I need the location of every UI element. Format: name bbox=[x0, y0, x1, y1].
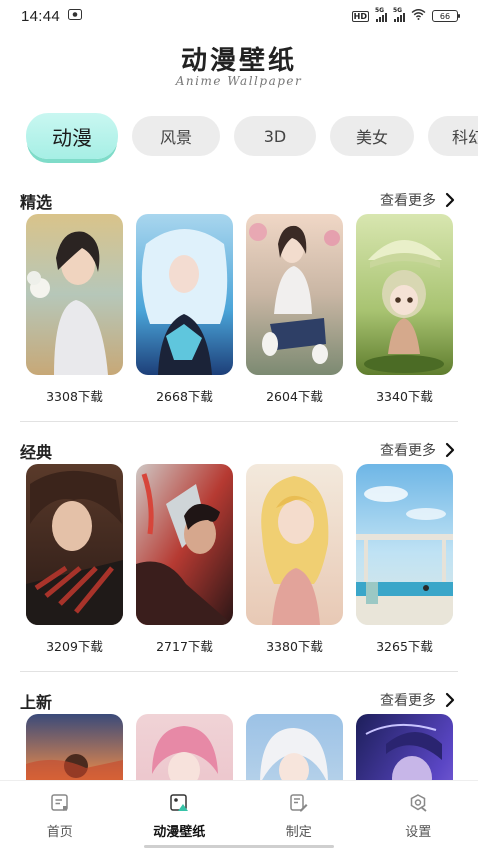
wallpaper-thumbnail[interactable] bbox=[26, 464, 123, 625]
nav-label: 制定 bbox=[285, 825, 312, 840]
wifi-icon bbox=[411, 9, 426, 23]
view-more-label: 查看更多 bbox=[380, 193, 436, 209]
view-more-button[interactable]: 查看更多 bbox=[380, 190, 456, 210]
view-more-label: 查看更多 bbox=[380, 443, 436, 459]
battery-level: 66 bbox=[439, 11, 451, 21]
nav-anime-wallpaper[interactable]: 动漫壁纸 bbox=[120, 781, 240, 850]
download-count: 3265下载 bbox=[376, 639, 433, 654]
view-more-button[interactable]: 查看更多 bbox=[380, 690, 456, 710]
home-icon bbox=[51, 794, 68, 811]
signal-icon-2: 5G bbox=[393, 7, 405, 22]
tab-beauty[interactable]: 美女 bbox=[330, 116, 414, 156]
wallpaper-card[interactable]: 3340下载 bbox=[356, 214, 453, 405]
nav-label: 设置 bbox=[405, 825, 432, 840]
status-bar: 14:44 HD 5G 5G 66 bbox=[0, 0, 478, 32]
wallpaper-thumbnail[interactable] bbox=[26, 214, 123, 375]
tab-anime[interactable]: 动漫 bbox=[26, 113, 118, 159]
wallpaper-card[interactable]: 3380下载 bbox=[246, 464, 343, 655]
download-count: 2717下载 bbox=[156, 639, 213, 654]
wallpaper-thumbnail[interactable] bbox=[136, 464, 233, 625]
sim2-label: 5G bbox=[393, 6, 403, 14]
wallpaper-thumbnail[interactable] bbox=[26, 714, 123, 780]
download-count: 3340下载 bbox=[376, 389, 433, 404]
download-count: 3308下载 bbox=[46, 389, 103, 404]
download-count: 3380下载 bbox=[266, 639, 323, 654]
home-indicator[interactable] bbox=[144, 845, 334, 848]
section-title: 上新 bbox=[20, 693, 53, 712]
section-classic: 经典 查看更多 3209下载 2717下载 3380下载 3265下载 bbox=[0, 439, 478, 669]
download-count: 2668下载 bbox=[156, 389, 213, 404]
wallpaper-card[interactable]: 3265下载 bbox=[356, 464, 453, 655]
view-more-label: 查看更多 bbox=[380, 693, 436, 709]
wallpaper-thumbnail[interactable] bbox=[356, 214, 453, 375]
download-count: 2604下载 bbox=[266, 389, 323, 404]
wallpaper-icon bbox=[170, 794, 189, 811]
wallpaper-card[interactable]: 2668下载 bbox=[136, 214, 233, 405]
wallpaper-thumbnail[interactable] bbox=[246, 714, 343, 780]
nav-label: 动漫壁纸 bbox=[153, 825, 206, 840]
wallpaper-card[interactable] bbox=[26, 714, 123, 780]
category-tabs: 动漫 风景 3D 美女 科幻 bbox=[26, 113, 478, 163]
wallpaper-card[interactable]: 3209下载 bbox=[26, 464, 123, 655]
wallpaper-thumbnail[interactable] bbox=[136, 214, 233, 375]
nav-label: 首页 bbox=[46, 825, 73, 840]
wallpaper-thumbnail[interactable] bbox=[246, 464, 343, 625]
nav-customize[interactable]: 制定 bbox=[239, 781, 359, 850]
chevron-right-icon bbox=[445, 692, 455, 708]
wallpaper-card[interactable] bbox=[246, 714, 343, 780]
section-featured: 精选 查看更多 3308下载 2668下载 2604下载 3340下载 bbox=[0, 189, 478, 419]
chevron-right-icon bbox=[445, 442, 455, 458]
clock: 14:44 bbox=[21, 7, 61, 25]
hd-voice-icon: HD bbox=[351, 10, 369, 22]
tab-3d[interactable]: 3D bbox=[234, 116, 316, 156]
section-title: 经典 bbox=[20, 443, 53, 462]
nav-settings[interactable]: 设置 bbox=[359, 781, 478, 850]
chevron-right-icon bbox=[445, 192, 455, 208]
wallpaper-card[interactable] bbox=[136, 714, 233, 780]
customize-icon bbox=[290, 794, 308, 812]
tab-scifi[interactable]: 科幻 bbox=[428, 116, 478, 156]
view-more-button[interactable]: 查看更多 bbox=[380, 440, 456, 460]
nav-home[interactable]: 首页 bbox=[0, 781, 120, 850]
wallpaper-card[interactable] bbox=[356, 714, 453, 780]
wallpaper-card[interactable]: 2604下载 bbox=[246, 214, 343, 405]
signal-icon-1: 5G bbox=[375, 7, 387, 22]
wallpaper-thumbnail[interactable] bbox=[356, 464, 453, 625]
notification-icon bbox=[68, 8, 83, 24]
divider bbox=[20, 421, 458, 422]
settings-icon bbox=[411, 794, 427, 812]
download-count: 3209下载 bbox=[46, 639, 103, 654]
page-subtitle: Anime Wallpaper bbox=[175, 74, 303, 88]
wallpaper-card[interactable]: 3308下载 bbox=[26, 214, 123, 405]
section-new: 上新 查看更多 bbox=[0, 689, 478, 780]
battery-icon: 66 bbox=[432, 10, 460, 22]
wallpaper-thumbnail[interactable] bbox=[356, 714, 453, 780]
section-title: 精选 bbox=[20, 193, 53, 212]
bottom-nav: 首页 动漫壁纸 制定 设置 bbox=[0, 780, 478, 850]
divider bbox=[20, 671, 458, 672]
wallpaper-card[interactable]: 2717下载 bbox=[136, 464, 233, 655]
sim1-label: 5G bbox=[375, 6, 385, 14]
tab-scenery[interactable]: 风景 bbox=[132, 116, 220, 156]
page-title: 动漫壁纸 bbox=[180, 46, 297, 76]
wallpaper-thumbnail[interactable] bbox=[246, 214, 343, 375]
wallpaper-thumbnail[interactable] bbox=[136, 714, 233, 780]
